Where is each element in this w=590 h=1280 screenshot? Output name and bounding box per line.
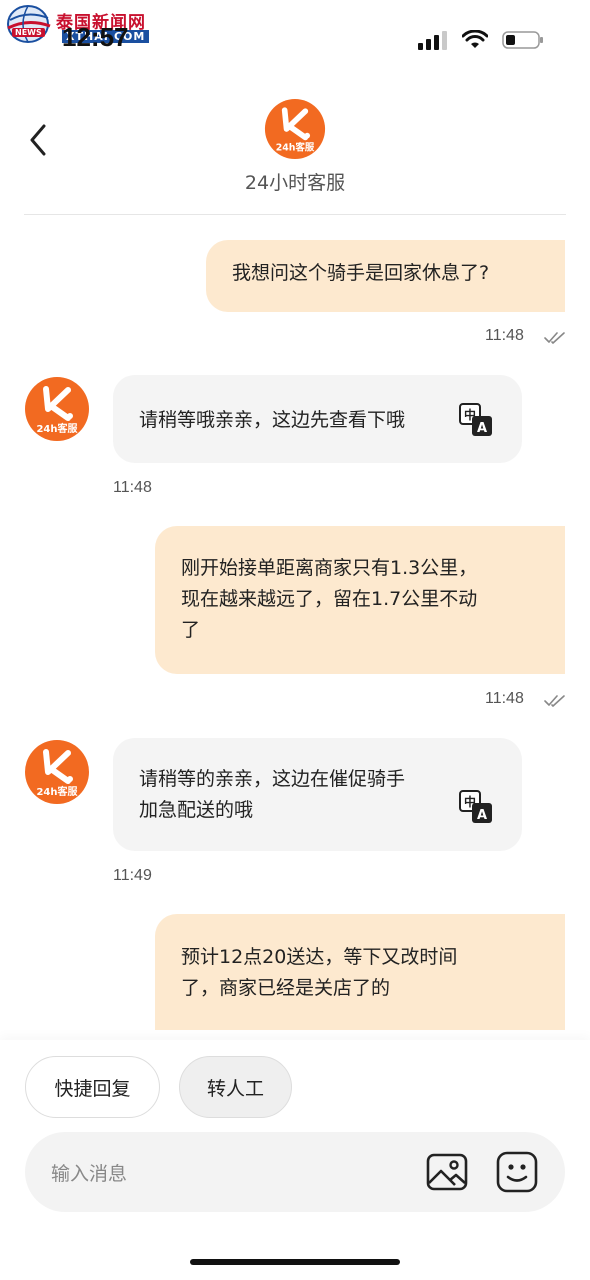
- agent-message-bubble[interactable]: 请稍等的亲亲，这边在催促骑手 加急配送的哦 中A: [113, 738, 522, 851]
- agent-avatar: 24h客服: [24, 739, 90, 805]
- message-text: 现在越来越远了，留在1.7公里不动: [181, 588, 478, 610]
- user-message-bubble[interactable]: 刚开始接单距离商家只有1.3公里， 现在越来越远了，留在1.7公里不动 了: [155, 526, 565, 674]
- globe-icon: [7, 5, 51, 43]
- image-icon[interactable]: [425, 1150, 469, 1194]
- battery-icon: [502, 31, 543, 49]
- brand-logo-icon: 24h客服: [25, 377, 89, 441]
- message-text: 了: [181, 619, 201, 641]
- avatar-label: 24h客服: [276, 142, 315, 154]
- status-icons: [418, 30, 544, 50]
- read-receipt-icon: [544, 695, 565, 707]
- back-button[interactable]: [24, 122, 54, 158]
- avatar-label: 24h客服: [36, 785, 78, 798]
- wifi-icon: [462, 30, 488, 48]
- message-text: 了，商家已经是关店了的: [181, 977, 391, 999]
- message-text: 我想问这个骑手是回家休息了?: [232, 262, 490, 284]
- read-receipt-icon: [544, 332, 565, 344]
- agent-message-bubble[interactable]: 请稍等哦亲亲，这边先查看下哦 中A: [113, 375, 522, 463]
- svg-text:A: A: [477, 421, 487, 436]
- brand-logo-icon: 24h客服: [25, 740, 89, 804]
- agent-avatar: 24h客服: [24, 376, 90, 442]
- message-input[interactable]: 输入消息: [51, 1159, 127, 1186]
- translate-icon[interactable]: 中A: [459, 403, 493, 437]
- user-message-bubble[interactable]: 我想问这个骑手是回家休息了?: [206, 240, 565, 312]
- service-avatar: 24h客服: [264, 98, 326, 160]
- message-text: 预计12点20送达，等下又改时间: [181, 946, 458, 968]
- user-message-bubble[interactable]: 预计12点20送达，等下又改时间 了，商家已经是关店了的: [155, 914, 565, 1030]
- svg-text:中: 中: [464, 407, 476, 422]
- transfer-to-human-button[interactable]: 转人工: [179, 1056, 292, 1118]
- quick-reply-button[interactable]: 快捷回复: [25, 1056, 160, 1118]
- svg-text:中: 中: [464, 794, 476, 809]
- watermark-news: NEWS: [12, 28, 45, 37]
- message-text: 刚开始接单距离商家只有1.3公里，: [181, 557, 478, 579]
- message-time: 11:48: [485, 690, 524, 707]
- translate-glyph: 中A: [459, 403, 492, 436]
- emoji-icon[interactable]: [495, 1150, 539, 1194]
- brand-logo-icon: 24h客服: [264, 98, 326, 160]
- svg-text:A: A: [477, 808, 487, 823]
- cellular-signal-icon: [418, 31, 447, 50]
- message-time: 11:48: [113, 479, 152, 496]
- status-time: 12:57: [62, 22, 129, 52]
- home-indicator: [190, 1259, 400, 1265]
- translate-icon[interactable]: 中A: [459, 790, 493, 824]
- header-divider: [24, 214, 566, 215]
- translate-glyph: 中A: [459, 790, 492, 823]
- message-time: 11:49: [113, 867, 152, 884]
- message-input-bar[interactable]: 输入消息: [25, 1132, 565, 1212]
- avatar-label: 24h客服: [36, 422, 78, 435]
- page-title: 24小时客服: [244, 172, 346, 194]
- message-time: 11:48: [485, 327, 524, 344]
